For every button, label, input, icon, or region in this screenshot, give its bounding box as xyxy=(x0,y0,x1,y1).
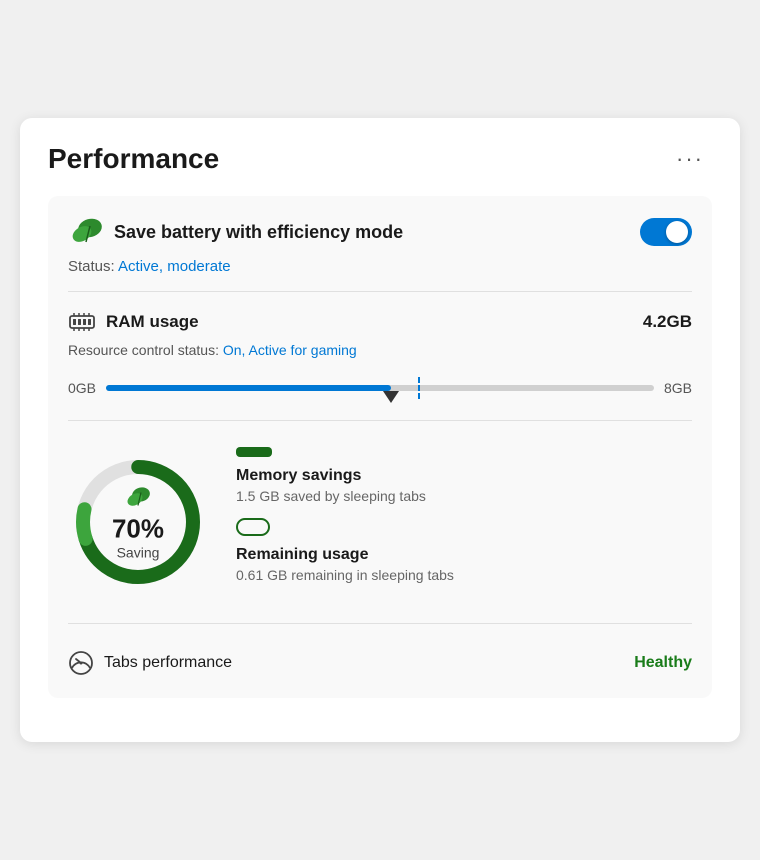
efficiency-section: Save battery with efficiency mode Status… xyxy=(48,196,712,698)
donut-chart: 70% Saving xyxy=(68,452,208,592)
divider-1 xyxy=(68,291,692,292)
memory-savings-title: Memory savings xyxy=(236,467,692,485)
slider-min-label: 0GB xyxy=(68,380,96,396)
tabs-performance-status: Healthy xyxy=(634,654,692,672)
slider-thumb xyxy=(383,391,399,403)
slider-dashed-line xyxy=(418,377,420,399)
memory-section: 70% Saving Memory savings 1.5 GB saved b… xyxy=(68,437,692,607)
slider-fill xyxy=(106,385,391,391)
slider-max-label: 8GB xyxy=(664,380,692,396)
tabs-performance-row: Tabs performance Healthy xyxy=(68,640,692,680)
resource-active: On, Active for gaming xyxy=(223,342,357,358)
leaf-icon xyxy=(68,214,104,250)
remaining-usage-badge xyxy=(236,518,270,536)
divider-2 xyxy=(68,420,692,421)
performance-card: Performance ··· Save battery with effici… xyxy=(20,118,740,742)
ram-label: RAM usage xyxy=(106,312,199,332)
donut-leaf-icon xyxy=(124,484,152,512)
slider-track xyxy=(106,385,654,391)
ram-value: 4.2GB xyxy=(643,312,692,332)
resource-prefix: Resource control status: xyxy=(68,342,223,358)
memory-details: Memory savings 1.5 GB saved by sleeping … xyxy=(236,447,692,597)
remaining-usage-title: Remaining usage xyxy=(236,546,692,564)
page-title: Performance xyxy=(48,143,219,175)
slider-container: 0GB 8GB xyxy=(68,372,692,404)
memory-savings-badge xyxy=(236,447,272,457)
more-options-button[interactable]: ··· xyxy=(668,142,712,176)
donut-center-text: 70% Saving xyxy=(112,484,164,561)
tabs-performance-label: Tabs performance xyxy=(104,654,232,672)
status-value: Active, moderate xyxy=(118,258,231,275)
status-prefix: Status: xyxy=(68,258,118,275)
resource-status: Resource control status: On, Active for … xyxy=(68,342,692,358)
divider-3 xyxy=(68,623,692,624)
ram-left: RAM usage xyxy=(68,308,199,336)
status-row: Status: Active, moderate xyxy=(68,258,692,275)
tabs-left: Tabs performance xyxy=(68,650,232,676)
remaining-usage-item: Remaining usage 0.61 GB remaining in sle… xyxy=(236,518,692,583)
toggle-knob xyxy=(666,221,688,243)
remaining-usage-desc: 0.61 GB remaining in sleeping tabs xyxy=(236,567,692,583)
speedometer-icon xyxy=(68,650,94,676)
donut-sublabel: Saving xyxy=(112,545,164,561)
memory-savings-item: Memory savings 1.5 GB saved by sleeping … xyxy=(236,447,692,504)
efficiency-row: Save battery with efficiency mode xyxy=(68,214,692,250)
ram-header: RAM usage 4.2GB xyxy=(68,308,692,336)
efficiency-toggle[interactable] xyxy=(640,218,692,246)
memory-savings-desc: 1.5 GB saved by sleeping tabs xyxy=(236,488,692,504)
efficiency-label: Save battery with efficiency mode xyxy=(114,222,403,243)
ram-icon xyxy=(68,308,96,336)
efficiency-left: Save battery with efficiency mode xyxy=(68,214,403,250)
slider-track-wrap[interactable] xyxy=(106,372,654,404)
card-header: Performance ··· xyxy=(48,142,712,176)
donut-percent: 70% xyxy=(112,514,164,545)
